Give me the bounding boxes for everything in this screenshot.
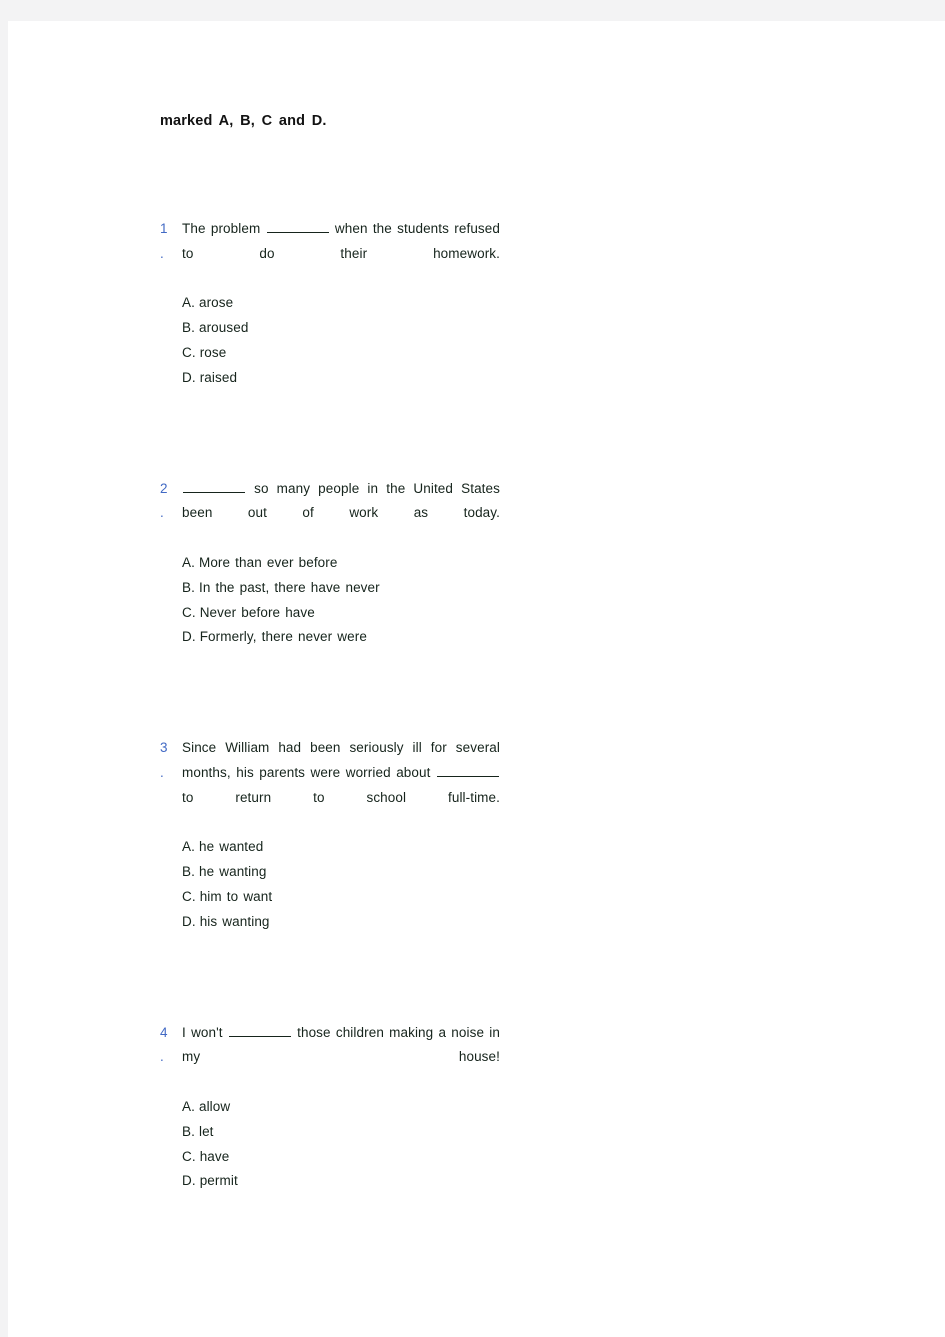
option-letter: C. — [182, 888, 196, 904]
question-text-after-blank: to return to school full-time. — [182, 789, 500, 805]
option-d[interactable]: D. his wanting — [182, 910, 500, 935]
question-number-value: 3 — [160, 740, 168, 756]
question-text-3: Since William had been seriously ill for… — [182, 736, 500, 835]
question-text-1: The problem when the students refused to… — [182, 217, 500, 291]
question-number-dot: . — [160, 245, 164, 261]
option-a[interactable]: A. More than ever before — [182, 551, 500, 576]
question-text-2: so many people in the United States been… — [182, 477, 500, 551]
answer-blank[interactable] — [228, 1025, 291, 1037]
question-block-2: 2 . so many people in the United States … — [160, 477, 500, 651]
document-page: marked A, B, C and D. 1 . The problem wh… — [8, 21, 945, 1337]
question-spacer — [160, 650, 500, 736]
option-a[interactable]: A. arose — [182, 291, 500, 316]
question-text-4: I won't those children making a noise in… — [182, 1021, 500, 1095]
option-letter: D. — [182, 913, 196, 929]
option-c[interactable]: C. have — [182, 1145, 500, 1170]
question-text-before-blank: The problem — [182, 221, 261, 236]
question-number-value: 1 — [160, 221, 168, 236]
option-a[interactable]: A. he wanted — [182, 835, 500, 860]
option-label: his wanting — [199, 913, 270, 929]
question-number-value: 2 — [160, 480, 168, 496]
option-letter: D. — [182, 1173, 196, 1189]
option-letter: A. — [182, 839, 195, 855]
question-number-dot: . — [160, 1049, 164, 1065]
option-b[interactable]: B. In the past, there have never — [182, 576, 500, 601]
option-b[interactable]: B. aroused — [182, 316, 500, 341]
option-letter: D. — [182, 629, 196, 645]
option-label: Formerly, there never were — [199, 629, 367, 645]
document-content: marked A, B, C and D. 1 . The problem wh… — [160, 111, 500, 1194]
option-label: have — [199, 1148, 230, 1164]
question-number-1: 1 . — [160, 217, 174, 267]
question-number-3: 3 . — [160, 736, 174, 786]
option-letter: A. — [182, 554, 195, 570]
option-label: he wanting — [198, 864, 267, 880]
question-number-dot: . — [160, 764, 164, 780]
option-label: permit — [199, 1173, 238, 1189]
question-number-4: 4 . — [160, 1021, 174, 1071]
option-letter: A. — [182, 295, 195, 311]
question-number-2: 2 . — [160, 477, 174, 527]
option-d[interactable]: D. Formerly, there never were — [182, 625, 500, 650]
option-c[interactable]: C. Never before have — [182, 601, 500, 626]
option-letter: A. — [182, 1098, 195, 1114]
option-b[interactable]: B. let — [182, 1120, 500, 1145]
option-letter: D. — [182, 369, 196, 385]
question-text-before-blank: I won't — [182, 1024, 223, 1040]
option-letter: B. — [182, 579, 195, 595]
question-number-value: 4 — [160, 1024, 168, 1040]
option-label: rose — [199, 344, 227, 360]
option-a[interactable]: A. allow — [182, 1095, 500, 1120]
option-label: him to want — [199, 888, 273, 904]
option-label: he wanted — [198, 839, 264, 855]
option-label: aroused — [198, 320, 249, 336]
option-label: allow — [198, 1098, 231, 1114]
option-letter: C. — [182, 1148, 196, 1164]
page-title: marked A, B, C and D. — [160, 113, 327, 129]
answer-blank[interactable] — [183, 481, 245, 493]
question-spacer — [160, 935, 500, 1021]
option-label: In the past, there have never — [198, 579, 380, 595]
option-list-4: A. allow B. let C. have D. permit — [182, 1095, 500, 1194]
option-letter: B. — [182, 864, 195, 880]
option-list-3: A. he wanted B. he wanting C. him to want D… — [182, 835, 500, 934]
option-letter: C. — [182, 344, 196, 360]
option-label: More than ever before — [198, 554, 338, 570]
question-number-dot: . — [160, 505, 164, 521]
option-letter: C. — [182, 604, 196, 620]
option-list-2: A. More than ever before B. In the past, t… — [182, 551, 500, 650]
answer-blank[interactable] — [437, 765, 499, 777]
header-spacer — [160, 131, 500, 217]
option-label: Never before have — [199, 604, 315, 620]
question-block-3: 3 . Since William had been seriously ill… — [160, 736, 500, 934]
option-list-1: A. arose B. aroused C. rose D. raised — [182, 291, 500, 390]
option-d[interactable]: D. raised — [182, 366, 500, 391]
option-label: let — [198, 1123, 214, 1139]
option-letter: B. — [182, 320, 195, 336]
option-label: arose — [198, 295, 234, 311]
question-spacer — [160, 391, 500, 477]
question-block-1: 1 . The problem when the students refuse… — [160, 217, 500, 391]
option-c[interactable]: C. him to want — [182, 885, 500, 910]
question-block-4: 4 . I won't those children making a nois… — [160, 1021, 500, 1195]
option-label: raised — [199, 369, 238, 385]
option-b[interactable]: B. he wanting — [182, 860, 500, 885]
option-c[interactable]: C. rose — [182, 341, 500, 366]
option-letter: B. — [182, 1123, 195, 1139]
answer-blank[interactable] — [266, 221, 329, 233]
option-d[interactable]: D. permit — [182, 1169, 500, 1194]
